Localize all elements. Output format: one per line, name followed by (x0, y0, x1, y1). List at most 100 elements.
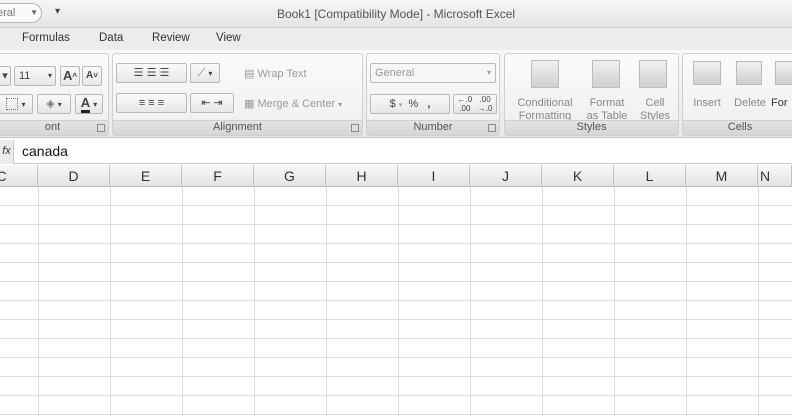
column-header-k[interactable]: K (542, 165, 614, 187)
worksheet-grid[interactable] (0, 187, 792, 416)
borders-button[interactable]: ▾ (0, 94, 33, 114)
orientation-button[interactable]: ⟋ ▾ (190, 63, 220, 83)
bottom-align-icon: ☰ (159, 67, 170, 79)
column-headers: C D E F G H I J K L M N (0, 165, 792, 187)
font-group: ▾ 11 ▾ A˄ A˅ ▾ ◈ ▾ A ▾ ont (0, 53, 109, 136)
increase-decimal-icon: ←.0 .00 (457, 95, 473, 113)
chevron-down-icon: ▾ (47, 71, 52, 80)
number-format-dropdown[interactable]: General ▾ (370, 63, 496, 83)
font-size-value: 11 (19, 70, 31, 82)
tab-review[interactable]: Review (152, 32, 190, 44)
format-as-table-button[interactable]: Format as Table (580, 57, 634, 122)
chevron-down-icon: ▾ (57, 100, 62, 109)
font-name-dropdown[interactable]: ▾ (0, 66, 11, 86)
font-dialog-launcher-icon[interactable] (97, 124, 105, 132)
title-bar: eral ▼ ▾ Book1 [Compatibility Mode] - Mi… (0, 0, 792, 28)
grow-font-button[interactable]: A˄ (60, 66, 80, 86)
column-header-j[interactable]: J (470, 165, 542, 187)
delete-cells-icon (736, 61, 762, 85)
font-group-label: ont (0, 120, 108, 135)
cell-styles-icon (639, 60, 667, 88)
align-left-icon: ≡ (138, 97, 146, 109)
delete-button[interactable]: Delete (730, 57, 770, 119)
cells-group: Insert Delete For Cells (682, 53, 792, 136)
chevron-down-icon: ▾ (486, 68, 491, 77)
insert-function-icon[interactable]: fx (0, 140, 14, 164)
column-header-e[interactable]: E (110, 165, 182, 187)
increase-indent-icon: ⇥ (213, 97, 223, 109)
align-right-icon: ≡ (157, 97, 165, 109)
shrink-font-button[interactable]: A˅ (82, 66, 102, 86)
conditional-formatting-label-1: Conditional (517, 97, 573, 109)
formula-bar-input[interactable]: canada (22, 143, 68, 159)
format-button[interactable]: For (771, 57, 792, 119)
conditional-formatting-icon (531, 60, 559, 88)
grow-font-icon: A (62, 68, 73, 83)
conditional-formatting-button[interactable]: Conditional Formatting (509, 57, 581, 122)
paint-bucket-icon: ◈ (46, 98, 55, 110)
column-header-l[interactable]: L (614, 165, 686, 187)
tab-view[interactable]: View (216, 32, 241, 44)
cell-styles-button[interactable]: Cell Styles (633, 57, 677, 122)
font-size-dropdown[interactable]: 11 ▾ (14, 66, 56, 86)
ribbon-tabs: Formulas Data Review View (0, 28, 792, 50)
column-header-c[interactable]: C (0, 165, 38, 187)
tab-data[interactable]: Data (99, 32, 123, 44)
merge-center-button[interactable]: ▦ Merge & Center ▾ (244, 97, 342, 110)
column-header-m[interactable]: M (686, 165, 758, 187)
cells-group-label: Cells (683, 120, 792, 135)
comma-icon: , (427, 98, 431, 110)
merge-center-label: Merge & Center (257, 98, 336, 110)
tab-formulas[interactable]: Formulas (22, 32, 70, 44)
alignment-group-label: Alignment (113, 120, 362, 135)
format-as-table-icon (592, 60, 620, 88)
alignment-dialog-launcher-icon[interactable] (351, 124, 359, 132)
wrap-text-label: Wrap Text (257, 68, 307, 80)
column-header-f[interactable]: F (182, 165, 254, 187)
column-header-n[interactable]: N (758, 165, 792, 187)
indent-buttons[interactable]: ⇤ ⇥ (190, 93, 234, 113)
decrease-decimal-icon: .00 →.0 (477, 95, 493, 113)
borders-icon (6, 98, 19, 111)
column-header-d[interactable]: D (38, 165, 110, 187)
column-header-i[interactable]: I (398, 165, 470, 187)
up-caret-icon: ˄ (72, 71, 78, 80)
format-label: For (771, 97, 788, 109)
orientation-icon: ⟋ (197, 67, 206, 79)
chevron-down-icon: ▾ (208, 69, 213, 78)
column-header-g[interactable]: G (254, 165, 326, 187)
chevron-down-icon: ▾ (93, 100, 98, 109)
chevron-down-icon: ▾ (21, 100, 26, 109)
decimal-buttons[interactable]: ←.0 .00 .00 →.0 (453, 94, 497, 114)
number-group: General ▾ $ ▾ % , ←.0 .00 .00 →.0 Number (366, 53, 500, 136)
chevron-down-icon: ▾ (2, 70, 8, 82)
top-align-icon: ☰ (133, 67, 144, 79)
wrap-text-button[interactable]: ▤ Wrap Text (244, 67, 307, 80)
insert-cells-icon (693, 61, 721, 85)
styles-group: Conditional Formatting Format as Table C… (504, 53, 679, 136)
decrease-indent-icon: ⇤ (201, 97, 211, 109)
vertical-align-buttons[interactable]: ☰ ☰ ☰ (116, 63, 187, 83)
fill-color-button[interactable]: ◈ ▾ (37, 94, 71, 114)
ribbon: ▾ 11 ▾ A˄ A˅ ▾ ◈ ▾ A ▾ ont ☰ ☰ ☰ ⟋ ▾ ▤ W… (0, 50, 792, 138)
down-caret-icon: ˅ (93, 71, 98, 80)
align-center-icon: ≡ (148, 97, 155, 109)
number-dialog-launcher-icon[interactable] (488, 124, 496, 132)
styles-group-label: Styles (505, 120, 678, 135)
window-title: Book1 [Compatibility Mode] - Microsoft E… (276, 7, 516, 21)
wrap-text-icon: ▤ (244, 68, 255, 80)
formula-bar: fx canada (0, 140, 792, 164)
insert-button[interactable]: Insert (687, 57, 727, 119)
column-header-h[interactable]: H (326, 165, 398, 187)
chevron-down-icon: ▾ (398, 102, 403, 109)
cell-styles-label-1: Cell (645, 97, 665, 109)
font-color-icon: A (80, 95, 91, 113)
number-group-label: Number (367, 120, 499, 135)
merge-center-icon: ▦ (244, 98, 255, 110)
delete-label: Delete (734, 97, 766, 109)
font-color-button[interactable]: A ▾ (75, 94, 103, 114)
insert-label: Insert (693, 97, 721, 109)
horizontal-align-buttons[interactable]: ≡ ≡ ≡ (116, 93, 187, 113)
accounting-percent-comma-buttons[interactable]: $ ▾ % , (370, 94, 450, 114)
format-as-table-label-1: Format (589, 97, 625, 109)
